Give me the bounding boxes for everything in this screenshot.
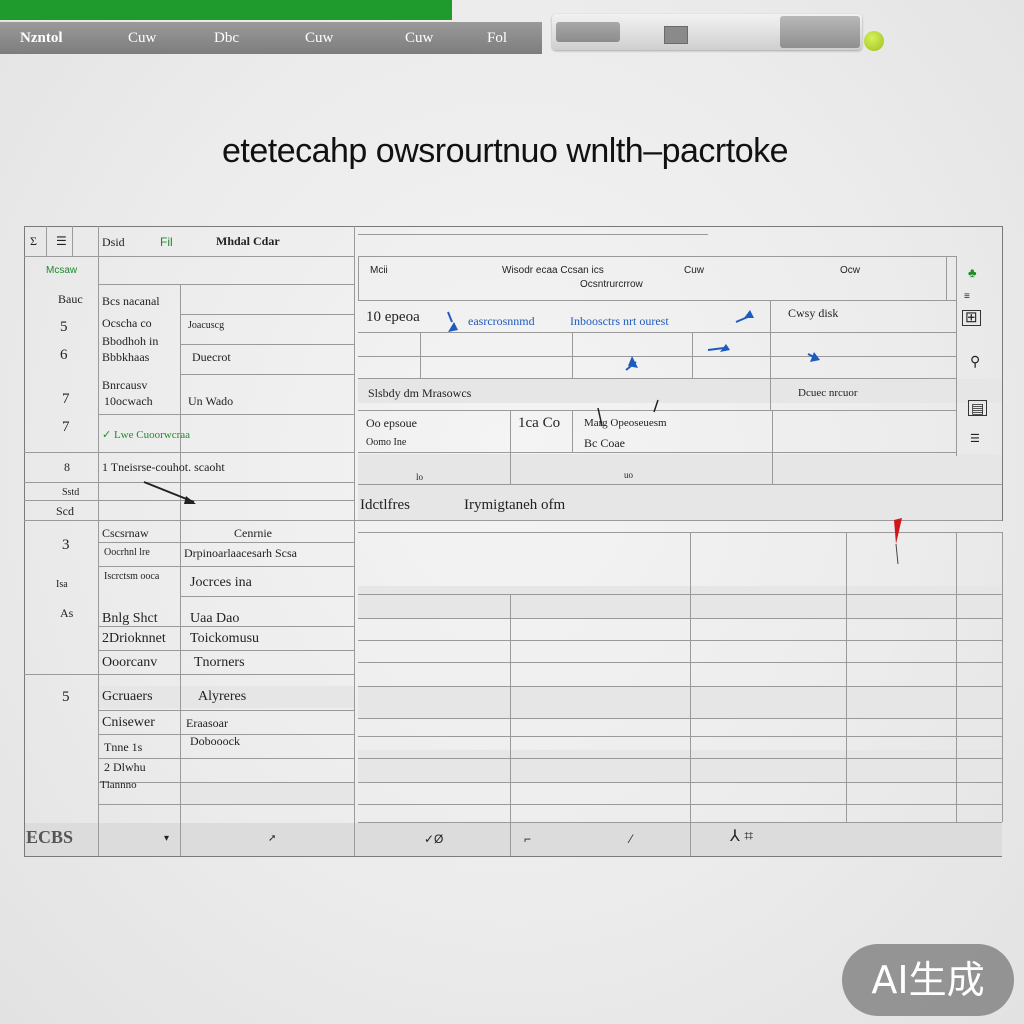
cell[interactable]: Ooorcanv: [102, 656, 157, 670]
leaf-icon[interactable]: ♣: [968, 266, 977, 280]
cell[interactable]: Un Wado: [188, 394, 233, 408]
ai-generated-badge: AI生成: [842, 944, 1014, 1016]
row-header: Scd: [56, 504, 74, 518]
row-header: Mcsaw: [46, 265, 78, 276]
filter-icon[interactable]: ☰: [56, 234, 67, 248]
footer-icon[interactable]: ⁄: [630, 832, 632, 846]
cell[interactable]: Cscsrnaw: [102, 526, 149, 540]
cell[interactable]: Dobooock: [190, 734, 240, 748]
cell[interactable]: Ocscha co: [102, 316, 152, 330]
row-header: 5: [60, 319, 68, 335]
annotation-arrows: [447, 310, 820, 427]
footer-icon[interactable]: ✓Ø: [424, 832, 443, 846]
cell[interactable]: Irymigtaneh ofm: [464, 498, 565, 513]
menu-item-6[interactable]: Fol: [487, 30, 507, 47]
cell[interactable]: Gcruaers: [102, 690, 153, 704]
right-header-b: Wisodr ecaa Ccsan ics: [502, 265, 604, 276]
shaded-row: [358, 484, 1002, 520]
cell[interactable]: 10ocwach: [104, 394, 153, 408]
menu-item-3[interactable]: Dbc: [214, 30, 239, 47]
cell[interactable]: Eraasoar: [186, 716, 228, 730]
footer-icon[interactable]: ▾: [164, 832, 169, 846]
status-indicator-icon: [864, 31, 884, 51]
shaded-row: [358, 686, 1002, 718]
right-header-c: Cuw: [684, 265, 705, 276]
cell[interactable]: Tnne 1s: [104, 740, 142, 754]
cell[interactable]: 2Drioknnet: [102, 632, 166, 646]
cell[interactable]: Iscrctsm ooca: [104, 570, 159, 584]
row-header: 5: [62, 689, 70, 705]
footer-icon[interactable]: ⅄ ⌗: [730, 829, 753, 845]
right-header-d: Ocw: [840, 265, 860, 276]
header-col3: Mhdal Cdar: [216, 234, 280, 248]
row-header: Bauc: [58, 292, 83, 306]
cell[interactable]: Toickomusu: [190, 632, 259, 646]
cell[interactable]: Alyreres: [198, 690, 246, 704]
header-col2: Fil: [160, 235, 173, 249]
footer-icon[interactable]: ➚: [268, 832, 276, 846]
slider-thumb[interactable]: [664, 26, 688, 44]
menu-item-4[interactable]: Cuw: [305, 30, 333, 47]
row-header: 8: [64, 460, 70, 474]
right-header-a: Mcii: [370, 265, 388, 276]
cell[interactable]: 2 Dlwhu: [104, 760, 146, 774]
title-accent-strip: [0, 0, 452, 20]
menu-item-2[interactable]: Cuw: [128, 30, 156, 47]
row-header: 3: [62, 537, 70, 553]
cell[interactable]: Bbbkhaas: [102, 350, 149, 364]
slider-right-segment: [780, 16, 860, 48]
header-col1: Dsid: [102, 235, 125, 249]
cell[interactable]: Jocrces ina: [190, 576, 252, 590]
cell[interactable]: Bnlg Shct: [102, 612, 158, 626]
cell[interactable]: Drpinoarlaacesarh Scsa: [184, 546, 297, 560]
spreadsheet[interactable]: Σ ☰ Dsid Fil Mhdal Cdar Mcii Wisodr ecaa…: [24, 226, 1003, 857]
corner-cell: Σ: [30, 234, 37, 248]
cell[interactable]: lo: [416, 470, 423, 484]
cell[interactable]: Cnisewer: [102, 716, 155, 730]
right-header-b2: Ocsntrurcrrow: [580, 279, 643, 290]
red-marker-icon: [894, 518, 902, 565]
cell[interactable]: Tlannno: [100, 778, 137, 792]
cell[interactable]: Bnrcausv: [102, 378, 147, 392]
cell[interactable]: Oocrhnl lre: [104, 546, 150, 560]
annotation-arrows: [143, 481, 196, 504]
row-header: Isa: [56, 579, 68, 590]
cell[interactable]: Bcs nacanal: [102, 294, 160, 308]
cell[interactable]: Uaa Dao: [190, 612, 239, 626]
cell[interactable]: Joacuscg: [188, 319, 224, 333]
menu-item-1[interactable]: Nzntol: [20, 30, 63, 47]
shaded-row: [358, 586, 1002, 618]
menu-bar: Nzntol Cuw Dbc Cuw Cuw Fol: [0, 22, 542, 54]
row-header: 7: [62, 419, 70, 435]
cell[interactable]: Idctlfres: [360, 498, 410, 513]
cell[interactable]: Bbodhoh in: [102, 334, 158, 348]
row-header: 7: [62, 391, 70, 407]
sheet-footer-bar: [24, 823, 1002, 856]
cell[interactable]: uo: [624, 468, 633, 482]
footer-corner: ECBS: [26, 827, 74, 847]
shaded-row: [180, 782, 354, 804]
slider-left-segment: [556, 22, 620, 42]
shaded-row: [358, 750, 1002, 782]
page-title: etetecahp owsrourtnuo wnlth–pacrtoke: [221, 132, 789, 170]
cell[interactable]: Duecrot: [192, 350, 231, 364]
cell[interactable]: Tnorners: [194, 656, 245, 670]
row-header: As: [60, 606, 74, 620]
row-header: 6: [60, 347, 68, 363]
footer-icon[interactable]: ⌐: [524, 832, 531, 846]
cell[interactable]: Cenrnie: [234, 526, 272, 540]
row-header: Sstd: [62, 487, 80, 498]
menu-item-5[interactable]: Cuw: [405, 30, 433, 47]
